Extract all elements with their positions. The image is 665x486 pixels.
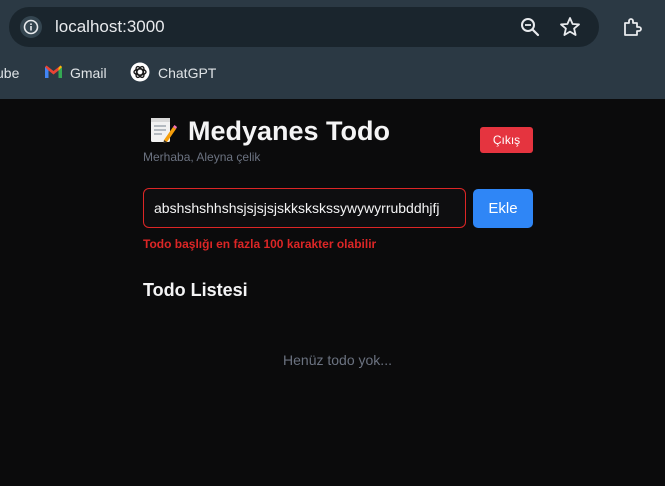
add-todo-button[interactable]: Ekle [473, 189, 533, 228]
page-title: Medyanes Todo [188, 116, 391, 146]
bookmark-chatgpt[interactable]: ChatGPT [130, 62, 216, 84]
todo-title-input[interactable]: abshshshhshsjsjsjsjskkskskssywywyrrubddh… [143, 188, 466, 228]
user-greeting: Merhaba, Aleyna çelik [143, 150, 261, 164]
logout-button[interactable]: Çıkış [480, 127, 533, 153]
empty-state-message: Henüz todo yok... [283, 352, 392, 368]
bookmark-label: ube [0, 65, 20, 81]
bookmark-label: ChatGPT [158, 65, 217, 81]
browser-toolbar: localhost:3000 ube [0, 0, 665, 99]
extensions-puzzle-icon[interactable] [621, 15, 645, 39]
bookmark-youtube[interactable]: ube [0, 62, 19, 84]
address-bar[interactable]: localhost:3000 [9, 7, 599, 47]
validation-error-message: Todo başlığı en fazla 100 karakter olabi… [143, 237, 377, 251]
bookmark-label: Gmail [70, 65, 107, 81]
url-text[interactable]: localhost:3000 [55, 17, 165, 37]
bookmark-star-icon[interactable] [558, 15, 582, 39]
todo-app: Medyanes Todo Merhaba, Aleyna çelik Çıkı… [0, 99, 665, 486]
chatgpt-icon [130, 62, 150, 85]
gmail-icon [44, 64, 63, 82]
memo-icon [147, 115, 177, 145]
todo-list-heading: Todo Listesi [143, 280, 248, 300]
bookmark-gmail[interactable]: Gmail [44, 62, 107, 84]
site-info-icon[interactable] [20, 16, 42, 38]
zoom-out-icon[interactable] [519, 16, 541, 38]
